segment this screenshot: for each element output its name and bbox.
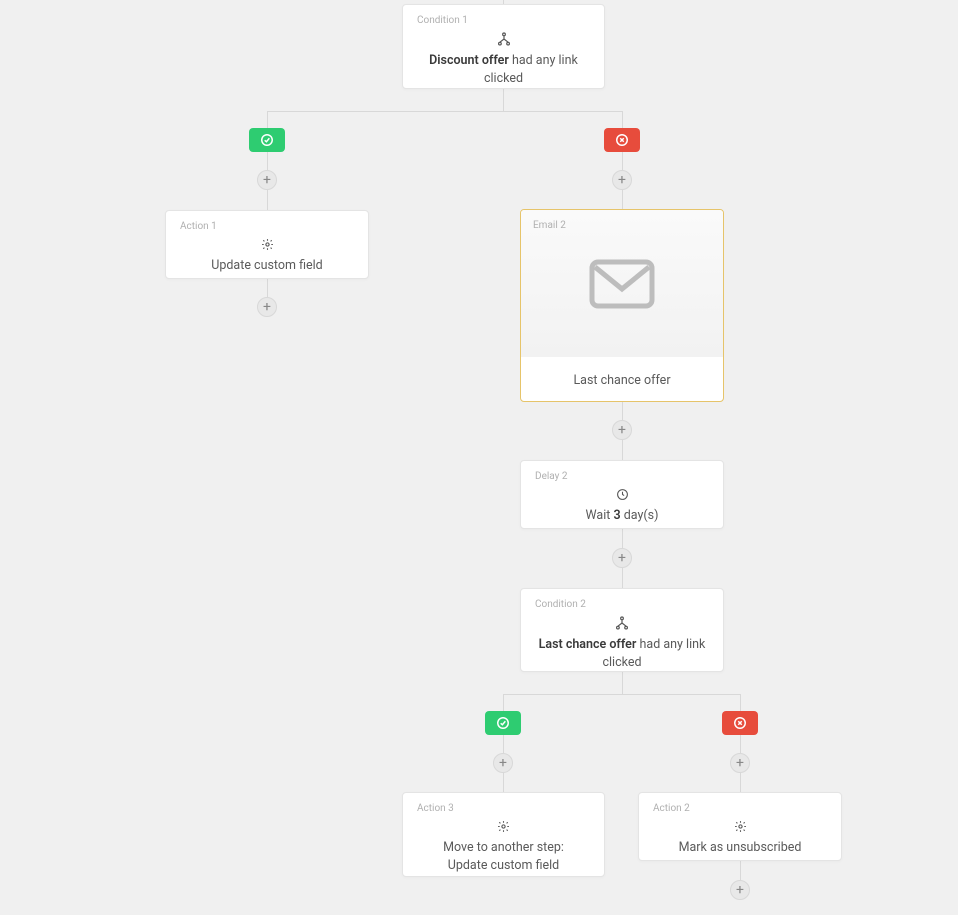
gear-icon (497, 820, 510, 833)
action-node-1[interactable]: Action 1 Update custom field (165, 210, 369, 279)
x-circle-icon (733, 716, 747, 730)
connector (267, 279, 268, 298)
condition-icon (497, 32, 511, 46)
connector (622, 672, 623, 694)
plus-icon: + (263, 173, 271, 187)
action-text: Update custom field (180, 257, 354, 275)
connector (622, 111, 623, 210)
plus-icon: + (618, 551, 626, 565)
no-badge-2[interactable] (722, 711, 758, 735)
action-node-3[interactable]: Action 3 Move to another step:Update cus… (402, 792, 605, 877)
action-text: Move to another step:Update custom field (417, 839, 590, 874)
condition-icon (615, 616, 629, 630)
action-text: Mark as unsubscribed (653, 839, 827, 857)
delay-node-2[interactable]: Delay 2 Wait 3 day(s) (520, 460, 724, 529)
email-node-2[interactable]: Email 2 Last chance offer (520, 209, 724, 402)
gear-icon (734, 820, 747, 833)
connector (267, 111, 622, 112)
node-type-label: Email 2 (533, 220, 566, 231)
add-step-button[interactable]: + (257, 170, 277, 190)
add-step-button[interactable]: + (612, 170, 632, 190)
envelope-icon (589, 259, 655, 309)
no-badge-1[interactable] (604, 128, 640, 152)
action-node-2[interactable]: Action 2 Mark as unsubscribed (638, 792, 842, 861)
add-step-button[interactable]: + (730, 880, 750, 900)
node-type-label: Action 2 (653, 803, 827, 814)
add-step-button[interactable]: + (257, 297, 277, 317)
node-type-label: Action 1 (180, 221, 354, 232)
connector (503, 694, 741, 695)
node-type-label: Delay 2 (535, 471, 709, 482)
plus-icon: + (618, 423, 626, 437)
email-preview (521, 210, 723, 357)
workflow-canvas: Condition 1 Discount offer had any link … (0, 0, 958, 915)
plus-icon: + (618, 173, 626, 187)
node-type-label: Condition 2 (535, 599, 709, 610)
add-step-button[interactable]: + (730, 753, 750, 773)
node-type-label: Condition 1 (417, 15, 590, 26)
connector (267, 111, 268, 210)
yes-badge-1[interactable] (249, 128, 285, 152)
plus-icon: + (736, 756, 744, 770)
delay-text: Wait 3 day(s) (535, 507, 709, 525)
check-circle-icon (260, 133, 274, 147)
condition-text: Last chance offer had any link clicked (535, 636, 709, 671)
connector (740, 694, 741, 792)
gear-icon (261, 238, 274, 251)
condition-node-1[interactable]: Condition 1 Discount offer had any link … (402, 4, 605, 89)
check-circle-icon (496, 716, 510, 730)
plus-icon: + (736, 883, 744, 897)
condition-node-2[interactable]: Condition 2 Last chance offer had any li… (520, 588, 724, 672)
condition-text: Discount offer had any link clicked (417, 52, 590, 87)
yes-badge-2[interactable] (485, 711, 521, 735)
node-type-label: Action 3 (417, 803, 590, 814)
plus-icon: + (499, 756, 507, 770)
add-step-button[interactable]: + (493, 753, 513, 773)
clock-icon (616, 488, 629, 501)
add-step-button[interactable]: + (612, 548, 632, 568)
connector (503, 89, 504, 111)
connector (740, 861, 741, 881)
connector (503, 694, 504, 792)
email-title: Last chance offer (521, 357, 723, 402)
x-circle-icon (615, 133, 629, 147)
plus-icon: + (263, 300, 271, 314)
add-step-button[interactable]: + (612, 420, 632, 440)
